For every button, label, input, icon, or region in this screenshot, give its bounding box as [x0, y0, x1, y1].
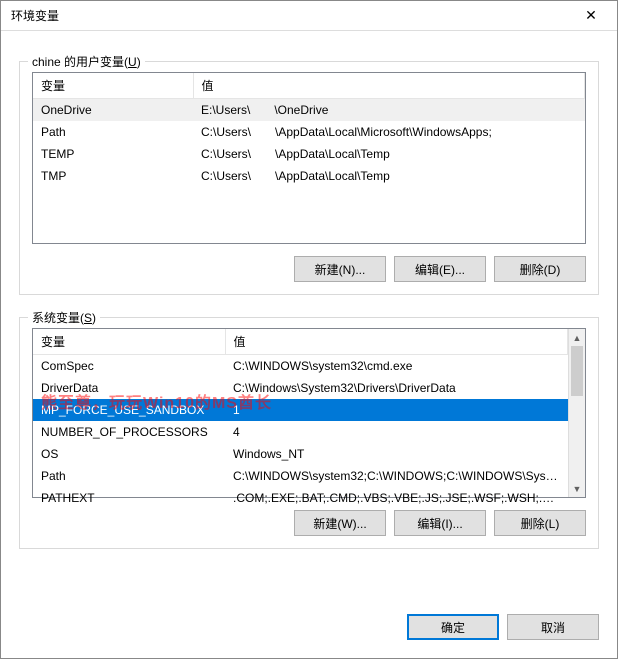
- var-name-cell: DriverData: [33, 377, 225, 399]
- table-row[interactable]: OneDriveE:\Users\\OneDrive: [33, 99, 585, 121]
- user-vars-table[interactable]: 变量 值 OneDriveE:\Users\\OneDrivePathC:\Us…: [32, 72, 586, 244]
- system-edit-button[interactable]: 编辑(I)...: [394, 510, 486, 536]
- col-header-value[interactable]: 值: [193, 73, 585, 99]
- cancel-button[interactable]: 取消: [507, 614, 599, 640]
- var-name-cell: ComSpec: [33, 355, 225, 377]
- var-name-cell: PATHEXT: [33, 487, 225, 509]
- user-vars-label: chine 的用户变量(U): [28, 53, 145, 70]
- var-name-cell: MP_FORCE_USE_SANDBOX: [33, 399, 225, 421]
- system-delete-button[interactable]: 删除(L): [494, 510, 586, 536]
- table-row[interactable]: MP_FORCE_USE_SANDBOX1: [33, 399, 568, 421]
- user-delete-button[interactable]: 删除(D): [494, 256, 586, 282]
- scroll-up-icon[interactable]: ▲: [569, 329, 585, 346]
- table-row[interactable]: ComSpecC:\WINDOWS\system32\cmd.exe: [33, 355, 568, 377]
- ok-button[interactable]: 确定: [407, 614, 499, 640]
- system-vars-table[interactable]: 熊至尊，玩玩Win10的MS酋长 变量 值 ComSpecC:\WINDOWS\…: [32, 328, 586, 498]
- table-row[interactable]: OSWindows_NT: [33, 443, 568, 465]
- scrollbar-track[interactable]: [569, 346, 585, 480]
- system-vars-group: 系统变量(S) 熊至尊，玩玩Win10的MS酋长 变量 值 ComSpecC:\…: [19, 317, 599, 549]
- table-row[interactable]: NUMBER_OF_PROCESSORS4: [33, 421, 568, 443]
- var-value-cell: 4: [225, 421, 568, 443]
- scrollbar-thumb[interactable]: [571, 346, 583, 396]
- system-new-button[interactable]: 新建(W)...: [294, 510, 386, 536]
- titlebar[interactable]: 环境变量 ✕: [1, 1, 617, 31]
- var-name-cell: TMP: [33, 165, 193, 187]
- env-vars-dialog: 环境变量 ✕ chine 的用户变量(U) 变量 值: [0, 0, 618, 659]
- dialog-footer: 确定 取消: [1, 600, 617, 658]
- user-edit-button[interactable]: 编辑(E)...: [394, 256, 486, 282]
- system-buttons: 新建(W)... 编辑(I)... 删除(L): [32, 510, 586, 536]
- var-name-cell: TEMP: [33, 143, 193, 165]
- system-vars-label: 系统变量(S): [28, 309, 100, 326]
- var-name-cell: OS: [33, 443, 225, 465]
- window-title: 环境变量: [11, 7, 571, 24]
- var-value-cell: C:\WINDOWS\system32;C:\WINDOWS;C:\WINDOW…: [225, 465, 568, 487]
- col-header-name[interactable]: 变量: [33, 329, 225, 355]
- var-value-cell: C:\WINDOWS\system32\cmd.exe: [225, 355, 568, 377]
- var-value-cell: 1: [225, 399, 568, 421]
- close-button[interactable]: ✕: [571, 2, 611, 30]
- var-value-cell: C:\Users\\AppData\Local\Temp: [193, 165, 585, 187]
- scroll-down-icon[interactable]: ▼: [569, 480, 585, 497]
- var-name-cell: Path: [33, 465, 225, 487]
- user-new-button[interactable]: 新建(N)...: [294, 256, 386, 282]
- col-header-value[interactable]: 值: [225, 329, 568, 355]
- var-value-cell: .COM;.EXE;.BAT;.CMD;.VBS;.VBE;.JS;.JSE;.…: [225, 487, 568, 509]
- var-value-cell: C:\Windows\System32\Drivers\DriverData: [225, 377, 568, 399]
- var-value-cell: C:\Users\\AppData\Local\Microsoft\Window…: [193, 121, 585, 143]
- var-name-cell: NUMBER_OF_PROCESSORS: [33, 421, 225, 443]
- vertical-scrollbar[interactable]: ▲ ▼: [568, 329, 585, 497]
- close-icon: ✕: [585, 7, 597, 24]
- content-area: chine 的用户变量(U) 变量 值 OneDriveE:\Users\\On…: [1, 31, 617, 600]
- table-row[interactable]: TMPC:\Users\\AppData\Local\Temp: [33, 165, 585, 187]
- table-row[interactable]: DriverDataC:\Windows\System32\Drivers\Dr…: [33, 377, 568, 399]
- var-value-cell: C:\Users\\AppData\Local\Temp: [193, 143, 585, 165]
- var-name-cell: OneDrive: [33, 99, 193, 121]
- table-row[interactable]: PathC:\WINDOWS\system32;C:\WINDOWS;C:\WI…: [33, 465, 568, 487]
- col-header-name[interactable]: 变量: [33, 73, 193, 99]
- user-buttons: 新建(N)... 编辑(E)... 删除(D): [32, 256, 586, 282]
- table-row[interactable]: PathC:\Users\\AppData\Local\Microsoft\Wi…: [33, 121, 585, 143]
- var-value-cell: E:\Users\\OneDrive: [193, 99, 585, 121]
- var-value-cell: Windows_NT: [225, 443, 568, 465]
- var-name-cell: Path: [33, 121, 193, 143]
- table-row[interactable]: PATHEXT.COM;.EXE;.BAT;.CMD;.VBS;.VBE;.JS…: [33, 487, 568, 509]
- table-row[interactable]: TEMPC:\Users\\AppData\Local\Temp: [33, 143, 585, 165]
- user-vars-group: chine 的用户变量(U) 变量 值 OneDriveE:\Users\\On…: [19, 61, 599, 295]
